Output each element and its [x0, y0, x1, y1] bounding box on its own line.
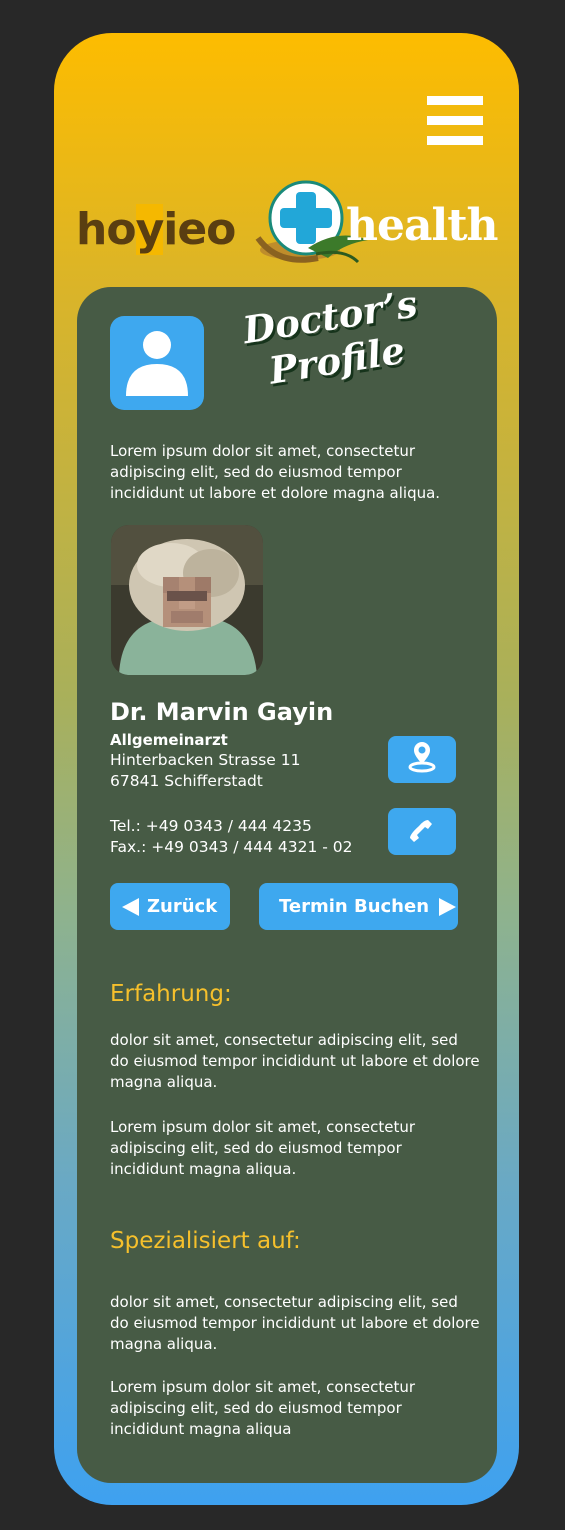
- logo-text-right: health: [346, 200, 499, 251]
- location-button[interactable]: [388, 736, 456, 783]
- brand-logo: hoyieo health: [76, 178, 506, 268]
- specialized-heading: Spezialisiert auf:: [110, 1228, 301, 1254]
- phone-number: Tel.: +49 0343 / 444 4235: [110, 817, 312, 835]
- doctor-photo: [111, 525, 263, 675]
- phone-icon: [410, 820, 432, 842]
- logo-text-left: hoyieo: [76, 204, 236, 255]
- doctor-profile-card: Doctor’s Profile Lorem ipsum dolor sit a…: [77, 281, 497, 1483]
- location-pin-icon: [408, 742, 436, 773]
- triangle-right-icon: [439, 897, 457, 916]
- doctor-specialty: Allgemeinarzt: [110, 731, 228, 749]
- intro-text: Lorem ipsum dolor sit amet, consectetur …: [110, 442, 441, 502]
- experience-heading: Erfahrung:: [110, 981, 232, 1007]
- user-avatar-tile: [110, 316, 204, 410]
- book-appointment-label: Termin Buchen: [279, 896, 430, 917]
- doctor-name: Dr. Marvin Gayin: [110, 698, 334, 726]
- book-appointment-button[interactable]: Termin Buchen: [259, 883, 458, 930]
- specialized-paragraph-1: dolor sit amet, consectetur adipiscing e…: [110, 1293, 480, 1353]
- back-button-label: Zurück: [147, 896, 218, 917]
- address-street: Hinterbacken Strasse 11: [110, 751, 301, 769]
- triangle-left-icon: [122, 897, 139, 916]
- hamburger-menu-button[interactable]: [427, 96, 483, 146]
- specialized-paragraph-2: Lorem ipsum dolor sit amet, consectetur …: [110, 1378, 416, 1438]
- hamburger-menu-icon: [427, 96, 483, 145]
- experience-paragraph-1: dolor sit amet, consectetur adipiscing e…: [110, 1031, 480, 1091]
- fax-number: Fax.: +49 0343 / 444 4321 - 02: [110, 838, 353, 856]
- back-button[interactable]: Zurück: [110, 883, 230, 930]
- user-avatar-icon: [126, 331, 188, 396]
- page-title: Doctor’s Profile: [213, 277, 457, 422]
- experience-paragraph-2: Lorem ipsum dolor sit amet, consectetur …: [110, 1118, 416, 1178]
- address-city: 67841 Schifferstadt: [110, 772, 263, 790]
- call-button[interactable]: [388, 808, 456, 855]
- app-screen: hoyieo health Doctor’s Profile Lorem ips…: [54, 33, 519, 1505]
